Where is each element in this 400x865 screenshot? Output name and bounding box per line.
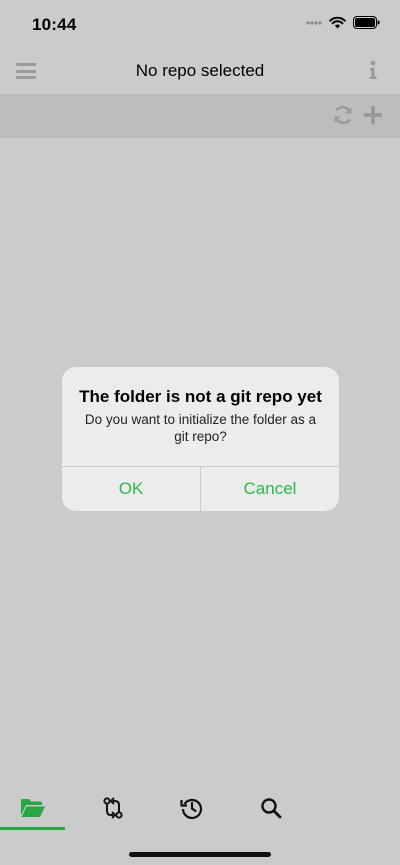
signal-dots-icon [306,20,322,25]
repo-toolbar [0,94,400,138]
tab-history[interactable] [159,785,224,831]
selected-tab-indicator [0,827,65,830]
battery-icon [353,16,380,29]
sync-changes-icon [102,797,123,819]
alert-message: Do you want to initialize the folder as … [84,412,317,444]
tab-changes[interactable] [80,785,145,831]
page-title: No repo selected [135,61,265,80]
status-icons [306,16,380,29]
ok-button[interactable]: OK [62,467,200,511]
wifi-icon [329,16,346,29]
alert-dialog: The folder is not a git repo yet Do you … [62,367,339,511]
tab-search[interactable] [238,785,303,831]
status-bar: 10:44 [0,0,400,48]
home-indicator [129,852,271,857]
nav-bar: No repo selected [0,48,400,94]
info-icon[interactable] [368,60,378,80]
refresh-icon[interactable] [332,104,354,126]
alert-title: The folder is not a git repo yet [79,387,322,406]
alert-button-row: OK Cancel [62,466,339,511]
folder-open-icon [20,799,45,817]
tab-repositories[interactable] [0,785,65,831]
status-time: 10:44 [32,15,77,34]
cancel-button[interactable]: Cancel [200,467,339,511]
add-icon[interactable] [363,105,383,125]
search-icon [260,798,281,819]
history-icon [179,798,202,820]
